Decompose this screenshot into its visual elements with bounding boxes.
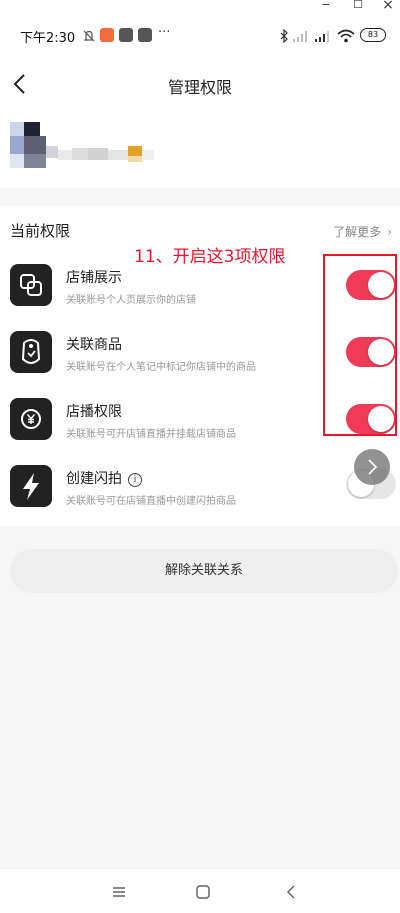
signal-icon [315,31,329,42]
app-notification-icon [100,28,114,42]
bluetooth-icon [280,29,288,43]
permission-description: 关联账号个人页展示你的店铺 [66,295,196,306]
minimize-icon[interactable]: − [318,0,334,12]
app-notification-icon [119,28,133,42]
battery-icon: 83 [360,28,386,42]
chevron-right-icon [368,459,378,475]
wifi-icon [337,29,355,43]
permission-row-flash-auction: 创建闪拍 i 关联账号可在店铺直播中创建闪拍商品 [0,465,400,521]
permission-description: 关联账号可在店铺直播中创建闪拍商品 [66,496,236,507]
status-bar: 下午2:30 ··· 83 [0,16,400,56]
unlink-button[interactable]: 解除关联关系 [10,549,398,593]
annotation-label: 11、开启这3项权限 [134,247,286,267]
menu-icon[interactable] [110,883,128,901]
page-header: 管理权限 [0,56,400,112]
window-titlebar: − ☐ × [0,0,400,16]
tag-icon [10,331,52,373]
permission-title: 关联商品 [66,337,122,353]
permission-title: 创建闪拍 i [66,468,142,488]
info-icon[interactable]: i [128,473,142,487]
maximize-icon[interactable]: ☐ [350,0,366,12]
mute-bell-icon [83,30,95,42]
store-display-icon [10,264,52,306]
close-icon[interactable]: × [380,0,396,12]
page-title: 管理权限 [167,78,232,97]
learn-more-label: 了解更多 [333,225,382,239]
status-time: 下午2:30 [20,31,76,46]
chevron-right-icon: › [387,225,392,239]
permission-title: 店铺展示 [66,270,122,286]
more-notifications-icon: ··· [158,25,171,40]
permission-title-label: 创建闪拍 [66,471,122,487]
learn-more-link[interactable]: 了解更多 › [333,223,392,240]
permission-description: 关联账号在个人笔记中标记你店铺中的商品 [66,362,256,373]
permission-description: 关联账号可开店铺直播并挂载店铺商品 [66,429,236,440]
signal-icon [293,31,307,42]
home-icon[interactable] [194,883,212,901]
annotation-highlight-box [323,254,397,436]
app-notification-icon [138,28,152,42]
linked-account [0,112,400,188]
floating-chevron-button[interactable] [354,449,390,485]
section-title: 当前权限 [10,222,71,240]
permission-title: 店播权限 [66,404,122,420]
yuan-icon [10,398,52,440]
system-nav-bar [0,868,400,913]
lightning-icon [10,465,52,507]
back-icon[interactable] [282,883,300,901]
